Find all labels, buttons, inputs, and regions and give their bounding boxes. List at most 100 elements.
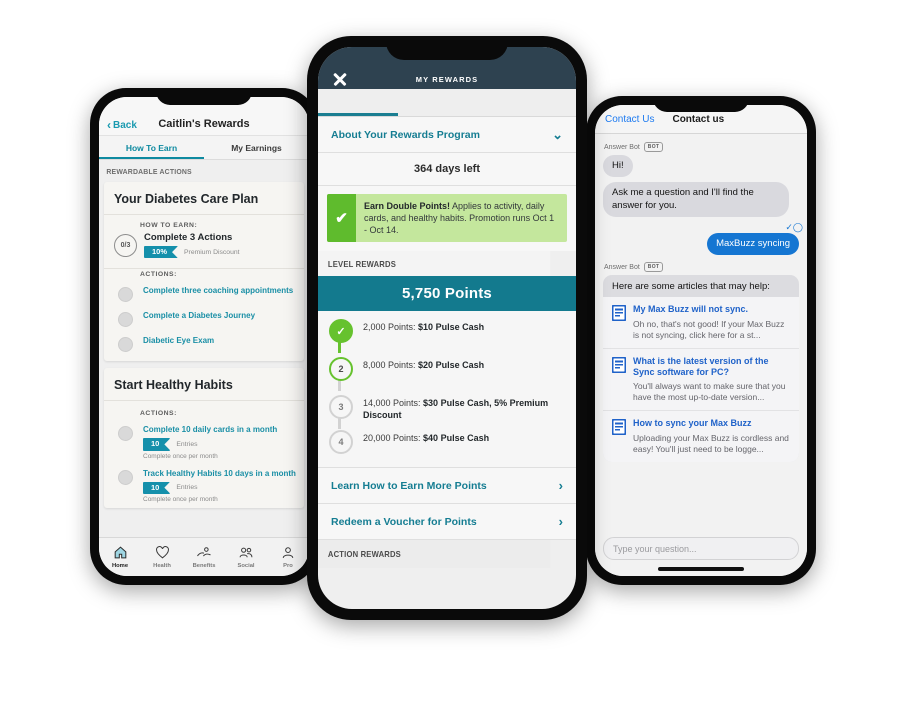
contact-us-back-link[interactable]: Contact Us bbox=[605, 114, 654, 125]
phone-right: Contact Us Contact us Answer Bot BOT Hi!… bbox=[586, 96, 816, 585]
chat-bubble-user: MaxBuzz syncing bbox=[707, 233, 799, 256]
article-desc: Uploading your Max Buzz is cordless and … bbox=[633, 432, 789, 454]
level-text: 8,000 Points: $20 Pulse Cash bbox=[363, 360, 484, 372]
list-item[interactable]: How to sync your Max Buzz Uploading your… bbox=[603, 410, 799, 461]
tab-profile[interactable]: Pro bbox=[267, 546, 309, 569]
tab-label: Benefits bbox=[192, 562, 216, 569]
level-reward: $20 Pulse Cash bbox=[418, 360, 485, 371]
home-icon bbox=[99, 546, 141, 561]
level-node: 3 bbox=[329, 395, 353, 420]
tab-how-to-earn[interactable]: How To Earn bbox=[99, 136, 204, 159]
benefits-hand-icon bbox=[183, 546, 225, 561]
level-reward: $10 Pulse Cash bbox=[418, 322, 485, 333]
bot-name: Answer Bot bbox=[604, 263, 640, 271]
article-desc: You'll always want to make sure that you… bbox=[633, 381, 786, 403]
entries-badge-note: Entries bbox=[176, 440, 198, 448]
level-text: 20,000 Points: $40 Pulse Cash bbox=[363, 433, 489, 445]
people-icon bbox=[225, 546, 267, 561]
tab-label: Home bbox=[111, 562, 129, 569]
discount-badge-note: Premium Discount bbox=[184, 248, 240, 256]
how-to-earn-label: HOW TO EARN: bbox=[140, 222, 198, 229]
checkbox-icon[interactable] bbox=[118, 337, 133, 353]
action-sub: Complete once per month bbox=[143, 495, 218, 503]
checkbox-icon[interactable] bbox=[118, 287, 133, 303]
promo-banner: ✔ Earn Double Points! Applies to activit… bbox=[327, 194, 567, 243]
redeem-voucher-row[interactable]: Redeem a Voucher for Points › bbox=[318, 504, 576, 541]
card-title: Start Healthy Habits bbox=[104, 368, 304, 402]
level-points: 2,000 Points: bbox=[363, 322, 419, 333]
list-item[interactable]: Complete 10 daily cards in a month 10 En… bbox=[104, 421, 304, 464]
list-item[interactable]: Track Healthy Habits 10 days in a month … bbox=[104, 465, 304, 508]
chat-bubble-bot: Hi! bbox=[603, 155, 633, 178]
reward-badge-row: 10% Premium Discount bbox=[144, 246, 240, 259]
level-points: 14,000 Points: bbox=[363, 398, 424, 409]
level-list: ✓ 2,000 Points: $10 Pulse Cash 2 8,000 P… bbox=[318, 311, 576, 468]
article-title[interactable]: How to sync your Max Buzz bbox=[633, 418, 791, 429]
entries-badge: 10 bbox=[143, 438, 171, 451]
level-row: ✓ 2,000 Points: $10 Pulse Cash bbox=[318, 319, 576, 354]
level-points: 20,000 Points: bbox=[363, 433, 424, 444]
list-item[interactable]: My Max Buzz will not sync. Oh no, that's… bbox=[603, 297, 799, 347]
card-diabetes-care-plan: Your Diabetes Care Plan HOW TO EARN: 0/3… bbox=[104, 182, 304, 362]
chevron-down-icon[interactable]: ⌄ bbox=[552, 128, 563, 141]
chevron-left-icon: ‹ bbox=[107, 118, 111, 132]
entries-badge-row: 10 Entries bbox=[143, 481, 296, 494]
chevron-right-icon[interactable]: › bbox=[559, 479, 563, 492]
tab-indicator bbox=[318, 113, 398, 116]
heart-icon bbox=[141, 545, 183, 561]
checkbox-icon[interactable] bbox=[118, 312, 133, 328]
article-title[interactable]: My Max Buzz will not sync. bbox=[633, 304, 791, 315]
tab-strip[interactable] bbox=[318, 89, 576, 117]
tab-label: Social bbox=[237, 562, 255, 569]
promo-bold: Earn Double Points! bbox=[364, 201, 451, 211]
chevron-right-icon[interactable]: › bbox=[559, 515, 563, 528]
goal-row: 0/3 Complete 3 Actions 10% Premium Disco… bbox=[104, 232, 304, 266]
checkbox-icon[interactable] bbox=[118, 469, 133, 485]
level-rewards-label: LEVEL REWARDS bbox=[318, 251, 551, 277]
list-item[interactable]: What is the latest version of the Sync s… bbox=[603, 347, 799, 411]
tab-my-earnings[interactable]: My Earnings bbox=[204, 136, 309, 159]
level-text: 14,000 Points: $30 Pulse Cash, 5% Premiu… bbox=[363, 398, 566, 421]
tab-label: Health bbox=[153, 562, 171, 569]
chat-bubble-bot: Ask me a question and I'll find the answ… bbox=[603, 182, 789, 218]
article-desc: Oh no, that's not good! If your Max Buzz… bbox=[633, 318, 785, 340]
bot-attribution: Answer Bot BOT bbox=[595, 260, 807, 275]
learn-more-label: Learn How to Earn More Points bbox=[331, 479, 487, 492]
phone-left: ‹ Back Caitlin's Rewards How To Earn My … bbox=[90, 88, 318, 585]
redeem-voucher-label: Redeem a Voucher for Points bbox=[331, 515, 477, 528]
tab-home[interactable]: Home bbox=[99, 546, 141, 569]
profile-icon bbox=[267, 546, 309, 561]
list-item[interactable]: Diabetic Eye Exam bbox=[104, 332, 304, 361]
tab-label: Pro bbox=[283, 562, 293, 569]
article-icon bbox=[611, 356, 627, 404]
discount-badge: 10% bbox=[144, 246, 179, 259]
list-item[interactable]: Complete a Diabetes Journey bbox=[104, 307, 304, 332]
learn-more-points-row[interactable]: Learn How to Earn More Points › bbox=[318, 467, 576, 505]
level-row: 4 20,000 Points: $40 Pulse Cash bbox=[318, 430, 576, 459]
phone-notch bbox=[386, 36, 508, 60]
tab-social[interactable]: Social bbox=[225, 546, 267, 569]
action-sub: Complete once per month bbox=[143, 452, 218, 460]
level-node: ✓ bbox=[329, 319, 353, 344]
tab-health[interactable]: Health bbox=[141, 545, 183, 569]
home-indicator bbox=[658, 567, 744, 571]
tab-benefits[interactable]: Benefits bbox=[183, 546, 225, 569]
checkbox-icon[interactable] bbox=[118, 426, 133, 442]
back-button[interactable]: ‹ Back bbox=[107, 119, 137, 131]
list-item[interactable]: Complete three coaching appointments bbox=[104, 282, 304, 307]
level-text: 2,000 Points: $10 Pulse Cash bbox=[363, 322, 484, 334]
about-rewards-label: About Your Rewards Program bbox=[331, 128, 480, 141]
left-tabs: How To Earn My Earnings bbox=[99, 136, 309, 160]
action-label: Complete three coaching appointments bbox=[143, 286, 294, 296]
question-input[interactable]: Type your question... bbox=[603, 537, 799, 560]
article-title[interactable]: What is the latest version of the Sync s… bbox=[633, 356, 791, 379]
promo-banner-wrap: ✔ Earn Double Points! Applies to activit… bbox=[318, 186, 576, 252]
phone-right-screen: Contact Us Contact us Answer Bot BOT Hi!… bbox=[595, 105, 807, 576]
promo-text: Earn Double Points! Applies to activity,… bbox=[356, 194, 567, 242]
card-healthy-habits: Start Healthy Habits ACTIONS: Complete 1… bbox=[104, 368, 304, 508]
action-label: Complete a Diabetes Journey bbox=[143, 311, 256, 321]
action-label: Diabetic Eye Exam bbox=[143, 336, 215, 346]
about-rewards-row[interactable]: About Your Rewards Program ⌄ bbox=[318, 117, 576, 153]
articles-header: Here are some articles that may help: bbox=[612, 281, 770, 293]
rewardable-actions-label: REWARDABLE ACTIONS bbox=[106, 167, 192, 176]
